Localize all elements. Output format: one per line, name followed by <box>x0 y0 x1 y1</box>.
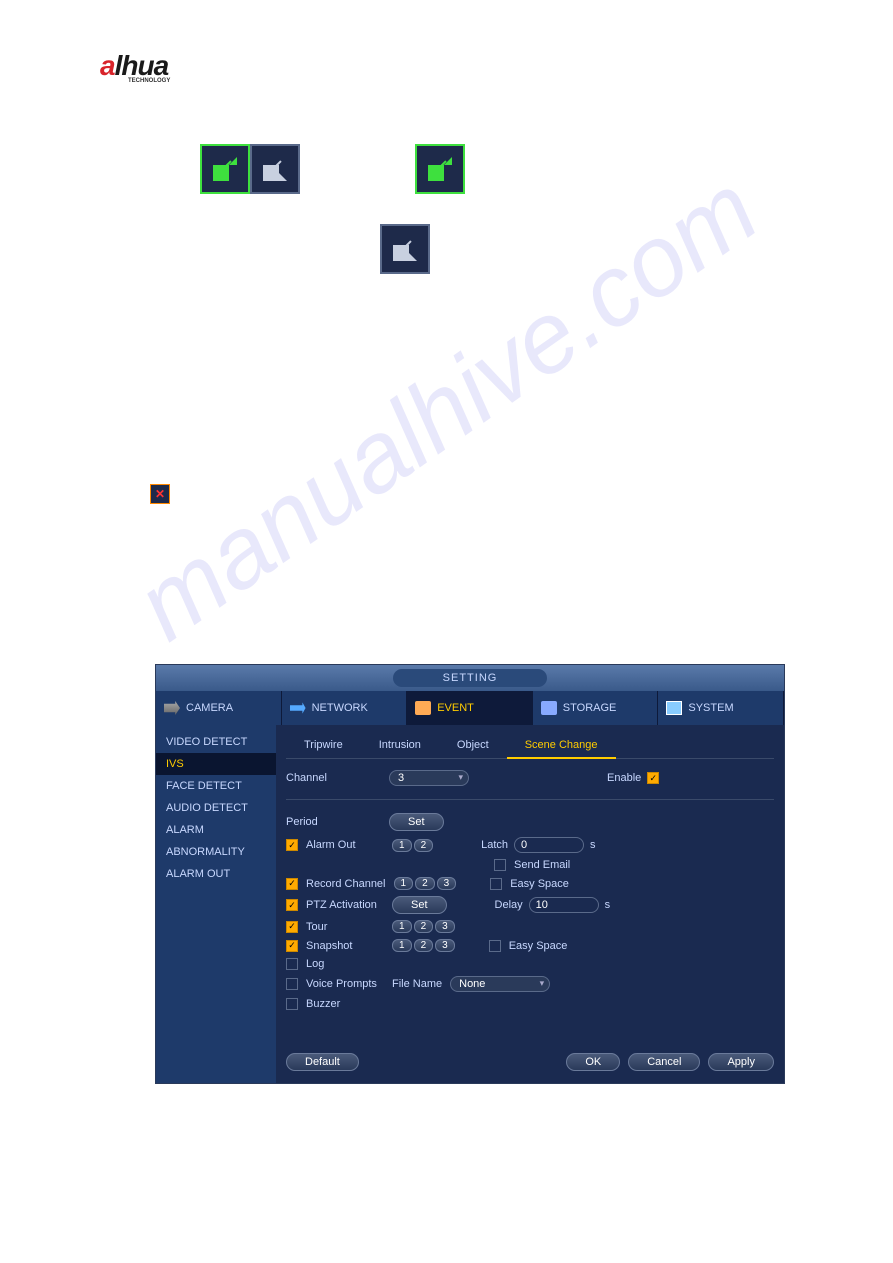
latch-input[interactable]: 0 <box>514 837 584 853</box>
sidebar-item-alarm-out[interactable]: ALARM OUT <box>156 863 276 885</box>
default-button[interactable]: Default <box>286 1053 359 1071</box>
top-tab-event[interactable]: EVENT <box>407 691 533 725</box>
record-channel-label: Record Channel <box>306 878 386 890</box>
sub-tab-intrusion[interactable]: Intrusion <box>361 733 439 758</box>
top-tab-storage[interactable]: STORAGE <box>533 691 659 725</box>
voice-checkbox[interactable] <box>286 978 298 990</box>
top-tab-network[interactable]: NETWORK <box>282 691 408 725</box>
snapshot-channels: 1 2 3 <box>392 939 455 952</box>
sidebar-item-audio-detect[interactable]: AUDIO DETECT <box>156 797 276 819</box>
channel-select[interactable]: 3 <box>389 770 469 786</box>
record-ch-2[interactable]: 2 <box>415 877 435 890</box>
tour-checkbox[interactable] <box>286 921 298 933</box>
ptz-checkbox[interactable] <box>286 899 298 911</box>
channel-label: Channel <box>286 772 381 784</box>
sidebar: VIDEO DETECT IVS FACE DETECT AUDIO DETEC… <box>156 725 276 1083</box>
enable-label: Enable <box>607 772 641 784</box>
log-checkbox[interactable] <box>286 958 298 970</box>
record-channels: 1 2 3 <box>394 877 457 890</box>
latch-label: Latch <box>481 839 508 851</box>
apply-button[interactable]: Apply <box>708 1053 774 1071</box>
top-tab-camera[interactable]: CAMERA <box>156 691 282 725</box>
snap-ch-2[interactable]: 2 <box>414 939 434 952</box>
tour-ch-2[interactable]: 2 <box>414 920 434 933</box>
camera-icon <box>164 701 180 715</box>
sub-tab-object[interactable]: Object <box>439 733 507 758</box>
alarm-out-ch-2[interactable]: 2 <box>414 839 434 852</box>
top-tabs: CAMERA NETWORK EVENT STORAGE SYSTEM <box>156 691 784 725</box>
ptz-label: PTZ Activation <box>306 899 384 911</box>
easy-space-checkbox[interactable] <box>490 878 502 890</box>
record-ch-1[interactable]: 1 <box>394 877 414 890</box>
alarm-out-ch-1[interactable]: 1 <box>392 839 412 852</box>
sidebar-item-face-detect[interactable]: FACE DETECT <box>156 775 276 797</box>
delay-label: Delay <box>495 899 523 911</box>
ptz-set-button[interactable]: Set <box>392 896 447 914</box>
sub-tab-scene-change[interactable]: Scene Change <box>507 733 616 759</box>
log-label: Log <box>306 958 324 970</box>
cancel-button[interactable]: Cancel <box>628 1053 700 1071</box>
sub-tab-tripwire[interactable]: Tripwire <box>286 733 361 758</box>
tour-ch-3[interactable]: 3 <box>435 920 455 933</box>
sidebar-item-abnormality[interactable]: ABNORMALITY <box>156 841 276 863</box>
top-tab-system[interactable]: SYSTEM <box>658 691 784 725</box>
zoom-out-icon-single <box>380 224 430 274</box>
easy-space2-checkbox[interactable] <box>489 940 501 952</box>
record-ch-3[interactable]: 3 <box>437 877 457 890</box>
tour-label: Tour <box>306 921 384 933</box>
alarm-out-checkbox[interactable] <box>286 839 298 851</box>
snap-ch-1[interactable]: 1 <box>392 939 412 952</box>
window-title: SETTING <box>393 669 548 687</box>
delete-icon: ✕ <box>150 484 170 504</box>
zoom-in-icon <box>200 144 250 194</box>
enable-checkbox[interactable] <box>647 772 659 784</box>
sidebar-item-alarm[interactable]: ALARM <box>156 819 276 841</box>
snapshot-checkbox[interactable] <box>286 940 298 952</box>
storage-icon <box>541 701 557 715</box>
settings-window: SETTING CAMERA NETWORK EVENT STORAGE SYS… <box>155 664 785 1084</box>
tour-ch-1[interactable]: 1 <box>392 920 412 933</box>
easy-space2-label: Easy Space <box>509 940 568 952</box>
delay-input[interactable]: 10 <box>529 897 599 913</box>
sidebar-item-ivs[interactable]: IVS <box>156 753 276 775</box>
system-icon <box>666 701 682 715</box>
record-channel-checkbox[interactable] <box>286 878 298 890</box>
sub-tabs: Tripwire Intrusion Object Scene Change <box>286 733 774 759</box>
snap-ch-3[interactable]: 3 <box>435 939 455 952</box>
snapshot-label: Snapshot <box>306 940 384 952</box>
period-label: Period <box>286 816 381 828</box>
icon-pair <box>200 144 793 194</box>
send-email-label: Send Email <box>514 859 570 871</box>
sidebar-item-video-detect[interactable]: VIDEO DETECT <box>156 731 276 753</box>
delay-suffix: s <box>605 899 611 911</box>
voice-label: Voice Prompts <box>306 978 384 990</box>
easy-space-label: Easy Space <box>510 878 569 890</box>
file-name-label: File Name <box>392 978 442 990</box>
buzzer-label: Buzzer <box>306 998 340 1010</box>
alarm-out-channels: 1 2 <box>392 839 433 852</box>
zoom-in-icon-single <box>415 144 465 194</box>
alarm-out-label: Alarm Out <box>306 839 384 851</box>
network-icon <box>290 701 306 715</box>
main-panel: Tripwire Intrusion Object Scene Change C… <box>276 725 784 1083</box>
ok-button[interactable]: OK <box>566 1053 620 1071</box>
latch-suffix: s <box>590 839 596 851</box>
window-titlebar: SETTING <box>156 665 784 691</box>
buzzer-checkbox[interactable] <box>286 998 298 1010</box>
file-name-select[interactable]: None <box>450 976 550 992</box>
zoom-out-icon <box>250 144 300 194</box>
event-icon <box>415 701 431 715</box>
send-email-checkbox[interactable] <box>494 859 506 871</box>
brand-logo: alhua TECHNOLOGY <box>100 50 793 84</box>
period-set-button[interactable]: Set <box>389 813 444 831</box>
tour-channels: 1 2 3 <box>392 920 455 933</box>
